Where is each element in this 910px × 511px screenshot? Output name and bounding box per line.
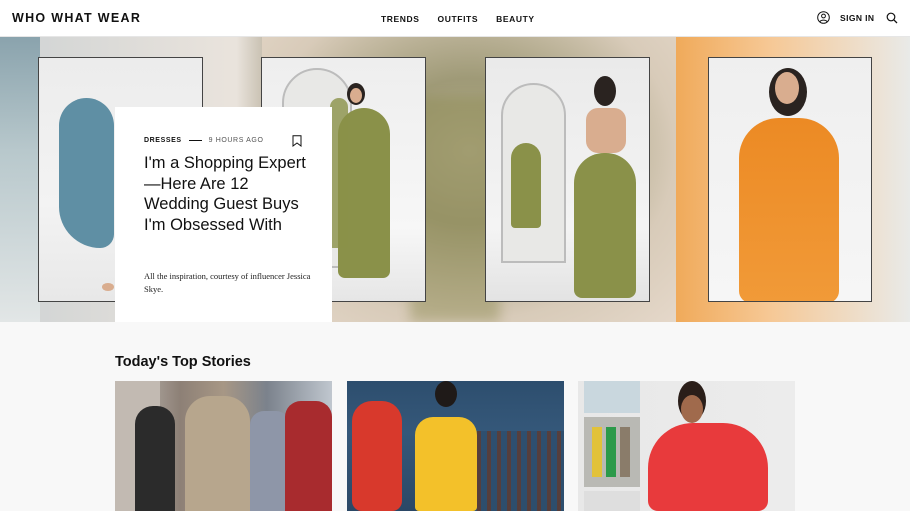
site-header: WHO WHAT WEAR TRENDS OUTFITS BEAUTY SIGN…: [0, 0, 910, 37]
red-feather-outfit: [648, 423, 768, 511]
bookmark-icon[interactable]: [292, 135, 302, 147]
article-dek: All the inspiration, courtesy of influen…: [144, 271, 311, 294]
figure-face: [681, 395, 703, 423]
yellow-dress-figure: [415, 417, 477, 511]
collage-figure: [620, 427, 630, 477]
runway-figure: [135, 406, 175, 511]
story-thumbnail[interactable]: [115, 381, 332, 511]
article-meta: DRESSES 9 HOURS AGO: [144, 137, 264, 144]
runway-figure: [250, 411, 290, 511]
figure-head: [435, 381, 457, 407]
hero-photo-green-dress-back: [485, 57, 650, 302]
figure-face: [775, 72, 799, 104]
site-logo[interactable]: WHO WHAT WEAR: [12, 11, 141, 25]
figure-face: [350, 88, 362, 103]
top-stories-section: Today's Top Stories: [0, 322, 910, 511]
story-thumbnail[interactable]: [347, 381, 564, 511]
search-icon[interactable]: [886, 12, 898, 24]
article-timestamp: 9 HOURS AGO: [208, 137, 264, 144]
user-icon[interactable]: [817, 11, 830, 24]
collage-figure: [606, 427, 616, 477]
hero-background-left: [0, 37, 40, 322]
main-nav: TRENDS OUTFITS BEAUTY: [381, 14, 535, 24]
nav-item-trends[interactable]: TRENDS: [381, 14, 420, 24]
sign-in-link[interactable]: SIGN IN: [840, 13, 874, 23]
section-title: Today's Top Stories: [115, 354, 251, 370]
orange-dress-figure: [739, 118, 839, 301]
collage-figure: [592, 427, 602, 477]
collage-photo: [584, 381, 640, 413]
nav-item-outfits[interactable]: OUTFITS: [438, 14, 479, 24]
hero-photo-orange-dress: [708, 57, 872, 302]
runway-figure: [185, 396, 250, 511]
hero-feature[interactable]: DRESSES 9 HOURS AGO I'm a Shopping Exper…: [0, 37, 910, 322]
featured-article-card[interactable]: DRESSES 9 HOURS AGO I'm a Shopping Exper…: [115, 107, 332, 322]
article-title[interactable]: I'm a Shopping Expert—Here Are 12 Weddin…: [144, 153, 314, 235]
blue-dress-figure: [59, 98, 114, 248]
red-dress-figure: [352, 401, 402, 511]
article-category[interactable]: DRESSES: [144, 137, 182, 144]
green-dress-figure: [574, 153, 636, 298]
green-dress-reflection: [330, 98, 348, 248]
figure-foot: [102, 283, 114, 291]
figure-back: [586, 108, 626, 153]
nav-item-beauty[interactable]: BEAUTY: [496, 14, 535, 24]
green-dress-reflection: [511, 143, 541, 228]
runway-figure: [285, 401, 332, 511]
collage-photo: [584, 491, 640, 511]
story-thumbnail[interactable]: [578, 381, 795, 511]
meta-divider: [188, 140, 202, 141]
figure-hair: [594, 76, 616, 106]
